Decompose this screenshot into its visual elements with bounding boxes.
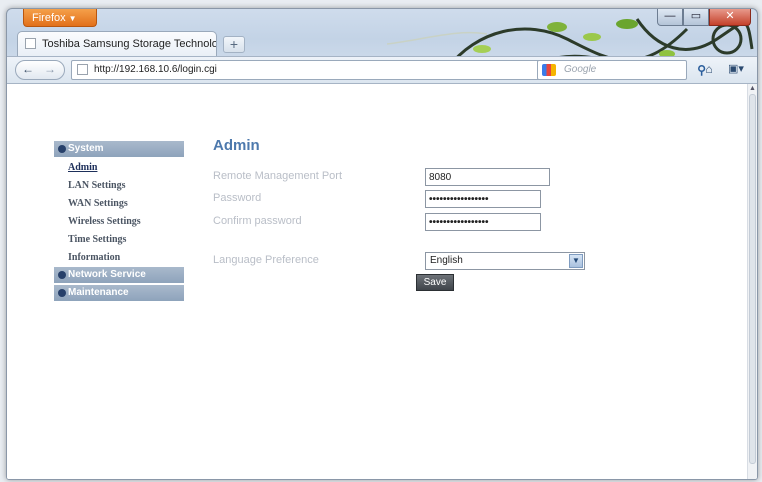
browser-window: Firefox ▼ — ▭ ✕ Toshiba Samsung Storage T…	[6, 8, 758, 480]
confirm-password-input[interactable]	[425, 213, 541, 231]
password-row: Password	[213, 190, 613, 210]
sidebar-item-information[interactable]: Information	[54, 249, 184, 267]
remote-port-row: Remote Management Port	[213, 168, 613, 188]
site-identity-icon[interactable]	[77, 64, 88, 75]
language-select[interactable]: English ▼	[425, 252, 585, 270]
tab-title: Toshiba Samsung Storage Technology	[42, 38, 217, 50]
language-row: Language Preference English ▼	[213, 252, 613, 272]
address-url: http://192.168.10.6/login.cgi	[94, 64, 217, 75]
minimize-button[interactable]: —	[657, 9, 683, 26]
bullet-icon	[58, 145, 66, 153]
scroll-up-icon[interactable]: ▲	[749, 85, 756, 92]
close-button[interactable]: ✕	[709, 9, 751, 26]
page-title: Admin	[213, 137, 260, 154]
forward-arrow-icon[interactable]: →	[44, 62, 56, 76]
remote-port-input[interactable]	[425, 168, 550, 186]
address-bar[interactable]: http://192.168.10.6/login.cgi ▾ C	[71, 60, 581, 80]
sidebar-item-time-settings[interactable]: Time Settings	[54, 231, 184, 249]
sidebar-item-admin[interactable]: Admin	[54, 159, 184, 177]
language-label: Language Preference	[213, 254, 319, 266]
browser-tab[interactable]: Toshiba Samsung Storage Technology	[17, 31, 217, 56]
sidebar-item-wan-settings[interactable]: WAN Settings	[54, 195, 184, 213]
maximize-button[interactable]: ▭	[683, 9, 709, 26]
vertical-scrollbar[interactable]: ▲	[747, 84, 757, 479]
confirm-password-label: Confirm password	[213, 215, 302, 227]
scrollbar-thumb[interactable]	[749, 94, 756, 464]
navigation-toolbar: ← → http://192.168.10.6/login.cgi ▾ C Go…	[7, 56, 757, 84]
bullet-icon	[58, 271, 66, 279]
sidebar-item-lan-settings[interactable]: LAN Settings	[54, 177, 184, 195]
firefox-menu-label: Firefox	[32, 12, 66, 24]
firefox-menu-button[interactable]: Firefox ▼	[23, 9, 97, 27]
sidebar-section-label: Network Service	[68, 269, 146, 280]
page-viewport: System Admin LAN Settings WAN Settings W…	[7, 84, 747, 479]
search-box[interactable]: Google ⚲	[537, 60, 706, 80]
password-input[interactable]	[425, 190, 541, 208]
back-arrow-icon[interactable]: ←	[22, 62, 34, 76]
password-label: Password	[213, 192, 262, 204]
language-selected-value: English	[430, 255, 463, 266]
sidebar-section-system[interactable]: System	[54, 141, 184, 157]
sidebar-section-label: System	[68, 143, 104, 154]
new-tab-button[interactable]: +	[223, 36, 245, 53]
search-placeholder: Google	[564, 64, 597, 75]
sidebar-section-maintenance[interactable]: Maintenance	[54, 285, 184, 301]
save-button[interactable]: Save	[416, 274, 454, 291]
chevron-down-icon: ▼	[68, 14, 77, 23]
sidebar-section-network-service[interactable]: Network Service	[54, 267, 184, 283]
bullet-icon	[58, 289, 66, 297]
back-forward-group: ← →	[15, 60, 65, 80]
addon-bar-icon[interactable]: ▣▾	[725, 62, 747, 78]
google-search-engine-icon[interactable]	[542, 64, 556, 76]
home-icon[interactable]: ⌂	[701, 62, 717, 78]
page-favicon-icon	[25, 38, 36, 49]
settings-sidebar: System Admin LAN Settings WAN Settings W…	[54, 141, 184, 303]
remote-port-label: Remote Management Port	[213, 170, 343, 182]
window-controls: — ▭ ✕	[657, 9, 751, 26]
sidebar-section-label: Maintenance	[68, 287, 129, 298]
confirm-password-row: Confirm password	[213, 213, 613, 233]
admin-form: Admin Remote Management Port Password Co…	[213, 137, 633, 270]
sidebar-item-wireless-settings[interactable]: Wireless Settings	[54, 213, 184, 231]
chevron-down-icon[interactable]: ▼	[569, 254, 583, 268]
